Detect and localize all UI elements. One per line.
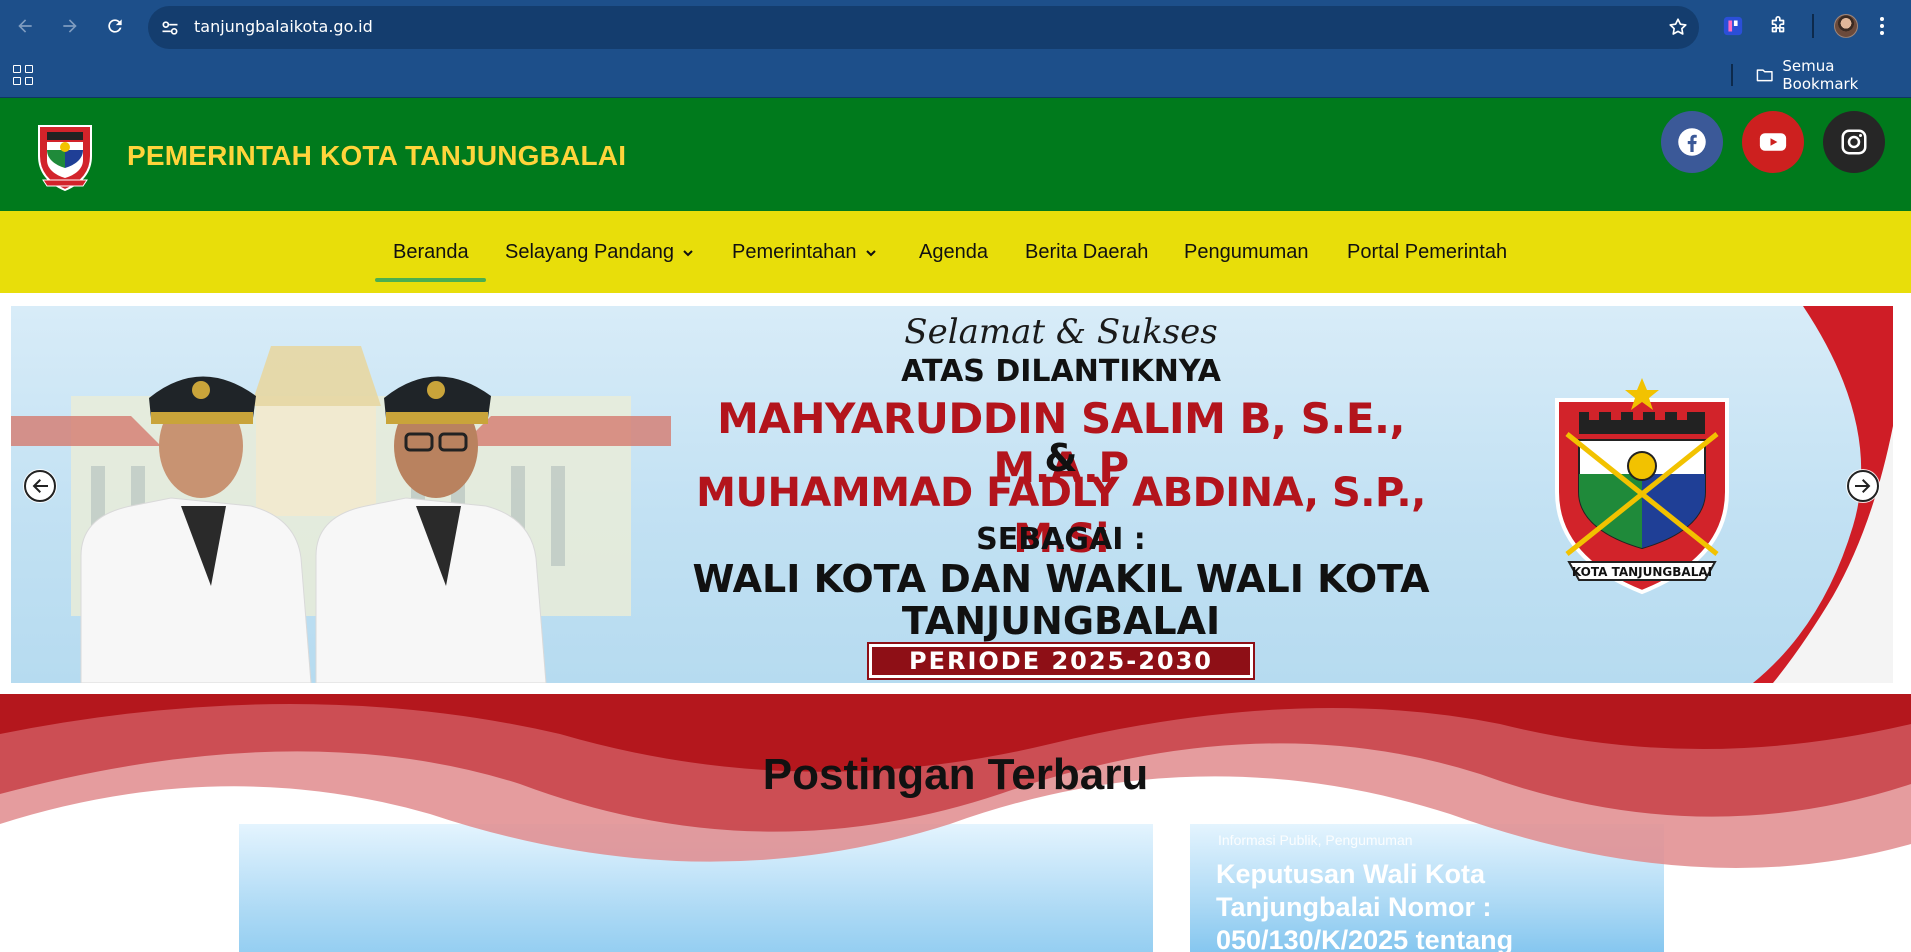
url-text[interactable]: tanjungbalaikota.go.id: [194, 17, 373, 36]
site-settings-icon[interactable]: [160, 18, 180, 38]
chevron-down-icon[interactable]: [865, 247, 877, 259]
forward-button[interactable]: [56, 12, 84, 40]
nav-item-portal-pemerintah[interactable]: Portal Pemerintah: [1347, 241, 1507, 264]
browser-toolbar: tanjungbalaikota.go.id: [0, 0, 1911, 54]
posts-heading: Postingan Terbaru: [762, 750, 1149, 799]
banner-text-block: Selamat & Sukses ATAS DILANTIKNYA MAHYAR…: [651, 306, 1471, 683]
reload-icon: [108, 19, 122, 33]
profile-avatar[interactable]: [1834, 14, 1858, 38]
instagram-icon: [1841, 129, 1867, 155]
banner-role-line2: TANJUNGBALAI: [901, 599, 1221, 643]
bookmark-star-icon[interactable]: [1667, 16, 1689, 38]
reload-button[interactable]: [101, 12, 129, 40]
puzzle-icon: [1771, 16, 1785, 33]
hero-banner-slide: Selamat & Sukses ATAS DILANTIKNYA MAHYAR…: [11, 306, 1893, 683]
nav-item-pengumuman[interactable]: Pengumuman: [1184, 241, 1309, 264]
apps-grid-icon[interactable]: [12, 64, 34, 86]
nav-item-selayang-pandang[interactable]: Selayang Pandang: [505, 241, 694, 264]
nav-item-berita-daerah[interactable]: Berita Daerah: [1025, 241, 1148, 264]
banner-sebagai: SEBAGAI :: [976, 522, 1146, 557]
banner-role: WALI KOTA DAN WAKIL WALI KOTA TANJUNGBAL…: [651, 558, 1471, 642]
main-navigation: Beranda Selayang Pandang Pemerintahan Ag…: [0, 211, 1911, 293]
banner-role-line1: WALI KOTA DAN WAKIL WALI KOTA: [692, 557, 1430, 601]
emblem-text: KOTA TANJUNGBALAI: [1572, 565, 1712, 579]
youtube-icon: [1759, 133, 1787, 151]
arrow-right-circle-icon: [1847, 470, 1879, 502]
post-title[interactable]: Keputusan Wali Kota Tanjungbalai Nomor :…: [1216, 858, 1636, 952]
folder-icon: [1756, 69, 1773, 82]
slider-next-button[interactable]: [1846, 469, 1880, 503]
youtube-link[interactable]: [1742, 111, 1804, 173]
facebook-icon: [1678, 128, 1706, 156]
all-bookmarks-label[interactable]: Semua Bookmark: [1782, 57, 1911, 93]
extension-icon[interactable]: [1720, 13, 1746, 39]
banner-line1: ATAS DILANTIKNYA: [901, 354, 1221, 389]
latest-posts-section: Postingan Terbaru Informasi Publik, Peng…: [0, 694, 1911, 952]
post-categories[interactable]: Informasi Publik, Pengumuman: [1218, 832, 1413, 848]
city-emblem-logo[interactable]: [33, 120, 97, 192]
extensions-button[interactable]: [1765, 13, 1791, 39]
toolbar-divider: [1812, 14, 1814, 38]
banner-greeting: Selamat & Sukses: [904, 312, 1218, 352]
arrow-left-circle-icon: [24, 470, 56, 502]
nav-item-agenda[interactable]: Agenda: [919, 241, 988, 264]
arrow-left-icon: [18, 19, 32, 33]
address-bar[interactable]: tanjungbalaikota.go.id: [148, 6, 1699, 49]
site-title[interactable]: PEMERINTAH KOTA TANJUNGBALAI: [127, 140, 626, 172]
officials-photo-illustration: [11, 346, 671, 683]
instagram-link[interactable]: [1823, 111, 1885, 173]
active-nav-indicator: [375, 278, 486, 282]
banner-period-badge: PERIODE 2025-2030: [867, 642, 1255, 680]
all-bookmarks-button[interactable]: Semua Bookmark: [1755, 57, 1911, 93]
back-button[interactable]: [11, 12, 39, 40]
site-header: PEMERINTAH KOTA TANJUNGBALAI: [0, 98, 1911, 211]
chevron-down-icon[interactable]: [682, 247, 694, 259]
slider-prev-button[interactable]: [23, 469, 57, 503]
bookmarks-bar: Semua Bookmark: [0, 54, 1911, 98]
nav-item-pemerintahan[interactable]: Pemerintahan: [732, 241, 877, 264]
browser-menu-button[interactable]: [1876, 14, 1888, 38]
facebook-link[interactable]: [1661, 111, 1723, 173]
arrow-right-icon: [63, 19, 77, 33]
city-emblem-large: KOTA TANJUNGBALAI: [1555, 378, 1729, 595]
nav-item-beranda[interactable]: Beranda: [393, 241, 469, 264]
bookmarks-divider: [1731, 64, 1733, 86]
app-extension-icon: [1723, 16, 1743, 36]
